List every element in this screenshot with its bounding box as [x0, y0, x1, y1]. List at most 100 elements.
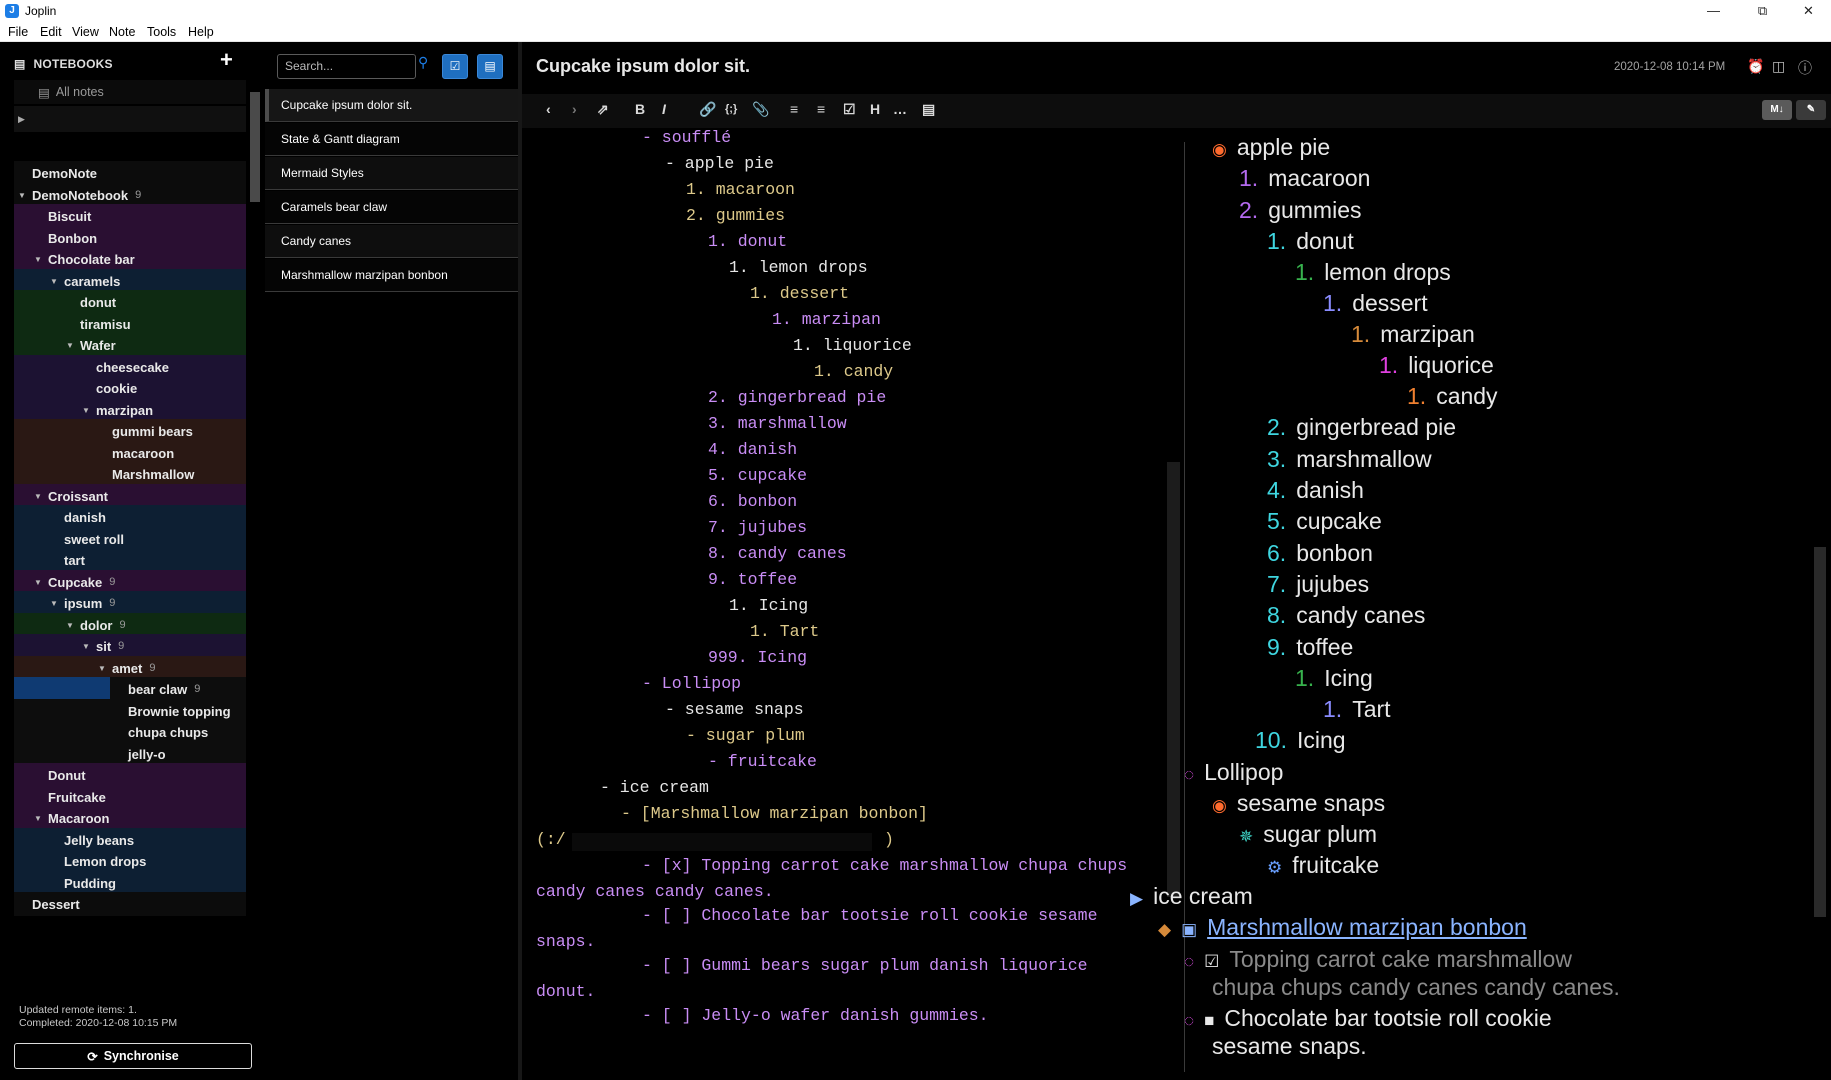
sidebar-scrollbar[interactable] [250, 92, 260, 202]
search-input[interactable]: Search... [277, 54, 416, 79]
list-item-text: candy canes [1296, 602, 1426, 628]
sidebar-notebook[interactable]: Biscuit [14, 204, 246, 228]
sidebar-notebook[interactable]: ▼ sit 9 [14, 634, 246, 658]
chevron-down-icon[interactable]: ▼ [34, 814, 48, 823]
sidebar-notebook[interactable]: Donut [14, 763, 246, 787]
link-icon[interactable]: 🔗 [699, 101, 716, 118]
chevron-down-icon[interactable]: ▼ [18, 191, 32, 200]
viewer-list-item: 2. gummies [1239, 197, 1362, 224]
note-list-item[interactable]: Marshmallow marzipan bonbon [265, 259, 518, 292]
back-icon[interactable]: ‹ [546, 101, 551, 117]
tri-bullet-icon[interactable]: ▶ [1130, 885, 1143, 912]
menu-file[interactable]: File [8, 25, 28, 39]
menu-view[interactable]: View [72, 25, 99, 39]
checked-checkbox-icon[interactable]: ☑ [1204, 948, 1219, 975]
menu-edit[interactable]: Edit [40, 25, 62, 39]
bold-icon[interactable]: B [635, 101, 645, 117]
sidebar-notebook[interactable]: Lemon drops [14, 849, 246, 873]
heading-icon[interactable]: H [870, 101, 880, 117]
viewer-list-item: 1. marzipan [1351, 321, 1475, 348]
sidebar-notebook[interactable]: gummi bears [14, 419, 246, 443]
sidebar-notebook[interactable]: danish [14, 505, 246, 529]
menu-note[interactable]: Note [109, 25, 135, 39]
new-note-icon[interactable]: ▤ [477, 54, 503, 79]
editor-scrollbar[interactable] [1167, 462, 1180, 897]
alarm-icon[interactable]: ⏰ [1747, 58, 1764, 75]
italic-icon[interactable]: I [662, 101, 666, 117]
sidebar-notebook[interactable]: ▼ ipsum 9 [14, 591, 246, 615]
sidebar-notebook[interactable]: tart [14, 548, 246, 572]
layout-icon[interactable]: ◫ [1772, 58, 1785, 75]
notebook-label: Marshmallow [112, 466, 195, 482]
note-title[interactable]: Cupcake ipsum dolor sit. [536, 56, 750, 77]
chevron-down-icon[interactable]: ▼ [66, 341, 80, 350]
sidebar-notebook[interactable]: bear claw 9 [14, 677, 246, 701]
chevron-down-icon[interactable]: ▼ [34, 578, 48, 587]
menu-tools[interactable]: Tools [147, 25, 176, 39]
toggle-todo-icon[interactable]: ☑ [442, 54, 468, 79]
sidebar-notebook[interactable]: ▼ Macaroon [14, 806, 246, 830]
close-icon[interactable]: ✕ [1786, 0, 1831, 23]
sidebar-notebook[interactable]: ▼ Wafer [14, 333, 246, 357]
chevron-down-icon[interactable]: ▼ [66, 621, 80, 630]
sidebar-notebook[interactable]: donut [14, 290, 246, 314]
editor-line: 999. Icing [708, 648, 808, 667]
horizontal-rule-icon[interactable]: … [893, 101, 907, 117]
chevron-down-icon[interactable]: ▼ [34, 492, 48, 501]
checklist-icon[interactable]: ☑ [843, 101, 856, 118]
note-list-item[interactable]: Candy canes [265, 225, 518, 258]
note-date: 2020-12-08 10:14 PM [1614, 61, 1726, 73]
notebook-label: Cupcake [48, 574, 103, 590]
viewer-list-item: ◆ ▣ Marshmallow marzipan bonbon [1158, 914, 1527, 943]
add-notebook-icon[interactable]: + [220, 49, 233, 71]
notebook-count: 9 [194, 683, 201, 695]
markdown-editor[interactable]: - soufflé - apple pie 1. macaroon 2. gummie… [522, 128, 1182, 1080]
note-list-item[interactable]: Caramels bear claw [265, 191, 518, 224]
editor-line: 3. marshmallow [708, 414, 847, 433]
editor-line: - [ ] Gummi bears sugar plum danish liqu… [642, 956, 1088, 975]
search-icon[interactable]: ⚲ [418, 54, 428, 71]
synchronise-button[interactable]: ⟳ Synchronise [14, 1043, 252, 1069]
code-icon[interactable]: {;} [725, 103, 737, 115]
list-item-text: marzipan [1380, 321, 1475, 347]
note-list-item[interactable]: Mermaid Styles [265, 157, 518, 190]
sidebar-item-all-notes[interactable]: ▤ All notes [14, 80, 246, 104]
markdown-toggle-icon[interactable]: M↓ [1762, 100, 1792, 120]
chevron-down-icon[interactable]: ▼ [98, 664, 112, 673]
external-edit-icon[interactable]: ⇗ [597, 101, 609, 118]
rich-text-toggle-icon[interactable]: ✎ [1796, 100, 1826, 120]
checkbox[interactable]: ■ [1204, 1007, 1214, 1034]
numbered-list-icon[interactable]: ≡ [790, 101, 798, 117]
viewer-list-item: 1. lemon drops [1295, 259, 1451, 286]
sidebar-notebook[interactable]: Dessert [14, 892, 246, 916]
menu-help[interactable]: Help [188, 25, 214, 39]
spark-bullet-icon: ✵ [1239, 827, 1254, 846]
note-list-item[interactable]: State & Gantt diagram [265, 123, 518, 156]
viewer-scrollbar[interactable] [1814, 547, 1826, 917]
list-item-text[interactable]: Marshmallow marzipan bonbon [1207, 914, 1527, 940]
chevron-down-icon[interactable]: ▼ [50, 599, 64, 608]
list-number: 1. [1295, 259, 1315, 285]
sidebar-notebook[interactable]: cookie [14, 376, 246, 400]
ring-bullet-icon: ◌ [1184, 1011, 1195, 1030]
chevron-down-icon[interactable]: ▼ [82, 406, 96, 415]
sidebar-notebook[interactable]: ▼ Chocolate bar [14, 247, 246, 271]
restore-icon[interactable]: ⧉ [1740, 0, 1785, 23]
insert-time-icon[interactable]: ▤ [922, 101, 935, 118]
bullet-list-icon[interactable]: ≡ [817, 101, 825, 117]
attach-icon[interactable]: 📎 [752, 101, 769, 118]
chevron-down-icon[interactable]: ▼ [50, 277, 64, 286]
list-item-text: Topping carrot cake marshmallow [1229, 946, 1572, 972]
note-list-item[interactable]: Cupcake ipsum dolor sit. [265, 89, 518, 122]
sidebar-notebook[interactable]: DemoNote [14, 161, 246, 185]
chevron-down-icon[interactable]: ▼ [82, 642, 96, 651]
viewer-list-item: 1. liquorice [1379, 352, 1494, 379]
chevron-down-icon[interactable]: ▼ [34, 255, 48, 264]
info-icon[interactable]: ⓘ [1798, 58, 1812, 78]
forward-icon[interactable]: › [572, 101, 577, 117]
collapse-caret-icon[interactable]: ▶ [14, 106, 246, 132]
sidebar-notebook[interactable]: Marshmallow [14, 462, 246, 486]
sidebar-notebook[interactable]: chupa chups [14, 720, 246, 744]
list-item-text: sesame snaps. [1212, 1033, 1367, 1059]
minimize-icon[interactable]: — [1691, 0, 1736, 23]
